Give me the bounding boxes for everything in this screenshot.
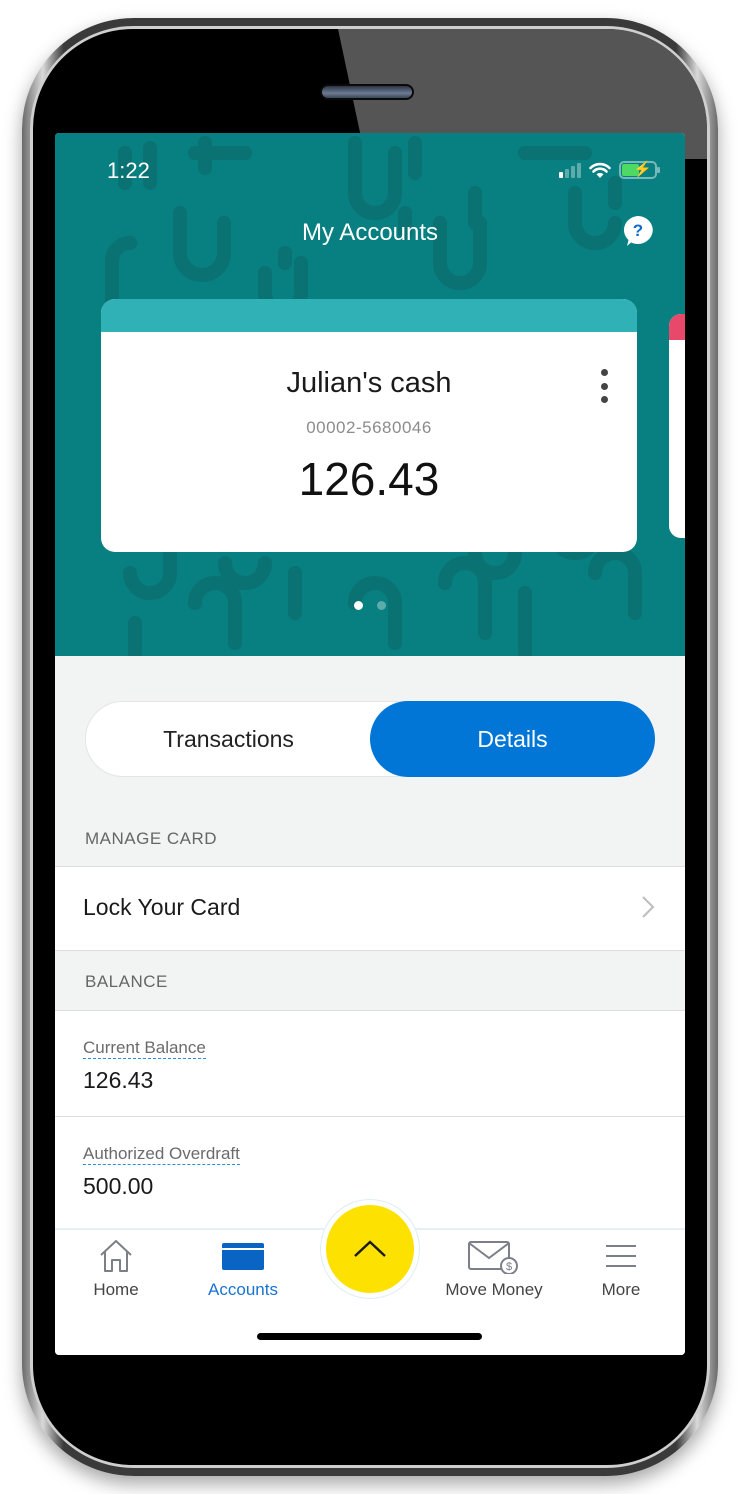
page-title: My Accounts [301, 219, 439, 246]
account-name: Julian's cash [286, 367, 452, 399]
account-balance: 126.43 [298, 453, 440, 505]
home-indicator[interactable] [257, 1333, 482, 1340]
card-accent-bar [101, 299, 637, 332]
chevron-up-icon [354, 1240, 386, 1257]
current-balance-value: 126.43 [83, 1067, 154, 1093]
nav-more-label: More [601, 1280, 641, 1299]
account-number: 00002-5680046 [306, 418, 432, 437]
nav-home[interactable]: Home [61, 1238, 171, 1300]
quick-actions-button[interactable] [326, 1205, 414, 1293]
card-icon [222, 1243, 264, 1270]
view-toggle: Transactions Details [85, 701, 655, 777]
next-account-card-peek[interactable] [669, 314, 685, 538]
accounts-header: 1:22 ⚡ My Accounts ? Julian's cash 00002… [55, 133, 685, 656]
tab-transactions[interactable]: Transactions [86, 701, 371, 777]
authorized-overdraft-label[interactable]: Authorized Overdraft [83, 1144, 240, 1165]
lock-card-row[interactable]: Lock Your Card [55, 866, 685, 951]
section-header-manage-card: MANAGE CARD [85, 829, 218, 848]
menu-icon [606, 1245, 636, 1267]
nav-move-money-label: Move Money [445, 1280, 543, 1299]
svg-text:?: ? [633, 221, 643, 240]
battery-charging-icon: ⚡ [619, 161, 660, 179]
nav-accounts-label: Accounts [208, 1280, 278, 1299]
envelope-dollar-icon: $ [468, 1241, 518, 1274]
earpiece-speaker [320, 84, 414, 100]
tab-details[interactable]: Details [370, 701, 655, 777]
cellular-signal-icon [559, 162, 581, 178]
section-header-balance: BALANCE [85, 972, 168, 991]
chevron-right-icon [642, 896, 655, 918]
current-balance-row: Current Balance 126.43 [55, 1010, 685, 1117]
app-screen: 1:22 ⚡ My Accounts ? Julian's cash 00002… [55, 133, 685, 1355]
authorized-overdraft-value: 500.00 [83, 1173, 154, 1199]
current-balance-label[interactable]: Current Balance [83, 1038, 206, 1059]
nav-move-money[interactable]: $ Move Money [439, 1238, 549, 1300]
home-icon [100, 1240, 132, 1272]
status-time: 1:22 [107, 158, 150, 183]
help-bubble-icon[interactable]: ? [622, 215, 654, 247]
carousel-dot[interactable] [377, 601, 386, 610]
carousel-indicator [55, 601, 685, 610]
wifi-icon [589, 162, 611, 178]
lock-card-label: Lock Your Card [83, 894, 241, 920]
account-card[interactable]: Julian's cash 00002-5680046 126.43 [101, 299, 637, 552]
nav-more[interactable]: More [566, 1238, 676, 1300]
nav-accounts[interactable]: Accounts [188, 1238, 298, 1300]
svg-text:$: $ [506, 1261, 512, 1273]
carousel-dot-active[interactable] [354, 601, 363, 610]
more-vertical-icon[interactable] [597, 369, 611, 403]
status-icons: ⚡ [559, 161, 660, 179]
nav-home-label: Home [93, 1280, 139, 1299]
